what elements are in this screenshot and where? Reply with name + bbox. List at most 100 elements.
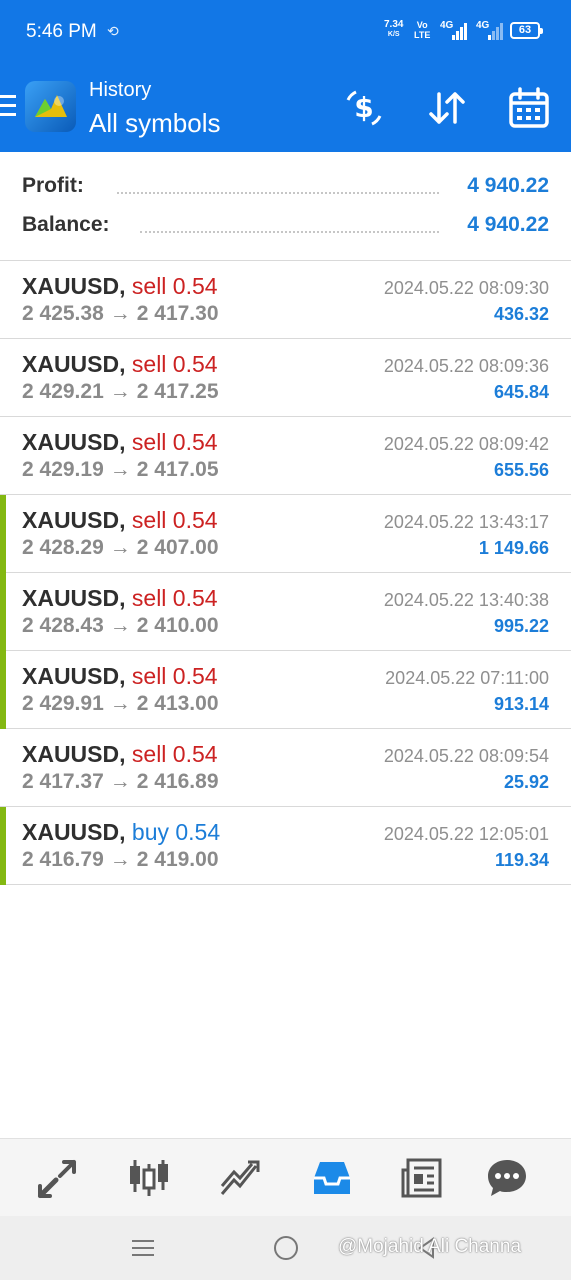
chart-icon[interactable] <box>127 1156 171 1200</box>
menu-icon[interactable] <box>0 95 16 117</box>
deal-type: buy 0.54 <box>131 819 221 845</box>
home-icon[interactable] <box>274 1236 298 1260</box>
deal-row[interactable]: XAUUSD, sell 0.54 2 429.91 → 2 413.00 2024.0… <box>0 651 571 729</box>
deal-prices: 2 429.19 → 2 417.05 <box>22 458 219 482</box>
news-icon[interactable] <box>400 1156 444 1200</box>
deal-prices: 2 428.29 → 2 407.00 <box>22 536 219 560</box>
deal-profit: 25.92 <box>503 772 549 792</box>
open-price: 2 425.38 <box>22 302 104 325</box>
deal-title: XAUUSD, sell 0.54 <box>22 585 218 612</box>
deal-title: XAUUSD, sell 0.54 <box>22 663 218 690</box>
dotted-leader <box>117 190 439 194</box>
account-summary: Profit: 4 940.22 Balance: 4 940.22 <box>0 152 571 261</box>
signal-icon <box>452 22 470 40</box>
deal-time: 2024.05.22 08:09:54 <box>383 746 549 766</box>
recent-apps-icon[interactable] <box>132 1238 154 1258</box>
deal-title: XAUUSD, sell 0.54 <box>22 351 218 378</box>
arrow-icon: → <box>109 692 131 715</box>
deal-title: XAUUSD, sell 0.54 <box>22 273 218 300</box>
quotes-icon[interactable] <box>36 1156 80 1200</box>
deal-type: sell 0.54 <box>131 585 218 611</box>
trade-icon[interactable] <box>218 1156 262 1200</box>
deal-profit: 995.22 <box>493 616 549 636</box>
profit-value: 4 940.22 <box>467 174 549 197</box>
position-marker <box>0 573 6 651</box>
svg-text:$: $ <box>354 91 373 124</box>
arrow-icon: → <box>109 380 131 403</box>
deal-prices: 2 428.43 → 2 410.00 <box>22 614 219 638</box>
balance-row: Balance: 4 940.22 <box>22 213 549 243</box>
deal-profit: 655.56 <box>493 460 549 480</box>
page-subtitle: History <box>89 79 152 101</box>
open-price: 2 417.37 <box>22 770 104 793</box>
position-marker <box>0 807 6 885</box>
profit-row: Profit: 4 940.22 <box>22 174 549 204</box>
deal-row[interactable]: XAUUSD, sell 0.54 2 417.37 → 2 416.89 2024.0… <box>0 729 571 807</box>
deal-title: XAUUSD, buy 0.54 <box>22 819 220 846</box>
deal-profit: 645.84 <box>493 382 549 402</box>
deal-time: 2024.05.22 08:09:30 <box>383 278 549 298</box>
deal-row[interactable]: XAUUSD, sell 0.54 2 428.43 → 2 410.00 2024.0… <box>0 573 571 651</box>
deal-row[interactable]: XAUUSD, sell 0.54 2 425.38 → 2 417.30 2024.0… <box>0 261 571 339</box>
deal-prices: 2 429.21 → 2 417.25 <box>22 380 219 404</box>
deal-profit: 913.14 <box>493 694 549 714</box>
watermark: @Mojahid Ali Channa <box>338 1236 522 1257</box>
page-title[interactable]: All symbols <box>89 108 220 139</box>
battery-indicator: 63 <box>510 22 543 39</box>
deal-symbol: XAUUSD, <box>22 585 126 611</box>
close-price: 2 410.00 <box>136 614 219 637</box>
deal-symbol: XAUUSD, <box>22 507 126 533</box>
deal-time: 2024.05.22 13:40:38 <box>383 590 549 610</box>
open-price: 2 429.19 <box>22 458 104 481</box>
arrow-icon: → <box>109 458 131 481</box>
calendar-icon[interactable] <box>507 86 551 130</box>
messages-icon[interactable] <box>485 1156 529 1200</box>
system-navigation-bar: @Mojahid Ali Channa <box>0 1216 571 1280</box>
open-price: 2 428.43 <box>22 614 104 637</box>
dollar-exchange-icon[interactable]: $ <box>342 86 386 130</box>
position-marker <box>0 495 6 573</box>
deal-title: XAUUSD, sell 0.54 <box>22 741 218 768</box>
position-marker <box>0 651 6 729</box>
arrow-icon: → <box>109 302 131 325</box>
deal-symbol: XAUUSD, <box>22 819 126 845</box>
balance-value: 4 940.22 <box>467 213 549 236</box>
deal-time: 2024.05.22 07:11:00 <box>385 668 549 688</box>
deal-symbol: XAUUSD, <box>22 741 126 767</box>
close-price: 2 417.25 <box>136 380 219 403</box>
deal-row[interactable]: XAUUSD, sell 0.54 2 428.29 → 2 407.00 2024.0… <box>0 495 571 573</box>
profit-label: Profit: <box>22 174 84 197</box>
sync-icon: ⟲ <box>107 23 119 39</box>
open-price: 2 429.21 <box>22 380 104 403</box>
status-time: 5:46 PM <box>26 21 97 42</box>
arrow-icon: → <box>109 536 131 559</box>
volte-indicator: Vo LTE <box>414 20 431 40</box>
deal-type: sell 0.54 <box>131 741 218 767</box>
dotted-leader <box>140 229 439 233</box>
deal-title: XAUUSD, sell 0.54 <box>22 507 218 534</box>
sort-icon[interactable] <box>425 86 469 130</box>
deal-type: sell 0.54 <box>131 351 218 377</box>
app-header: History All symbols $ <box>0 64 571 152</box>
close-price: 2 417.05 <box>136 458 219 481</box>
deal-type: sell 0.54 <box>131 273 218 299</box>
deal-symbol: XAUUSD, <box>22 429 126 455</box>
deal-prices: 2 425.38 → 2 417.30 <box>22 302 219 326</box>
deal-row[interactable]: XAUUSD, sell 0.54 2 429.21 → 2 417.25 2024.0… <box>0 339 571 417</box>
deal-type: sell 0.54 <box>131 507 218 533</box>
deal-row[interactable]: XAUUSD, buy 0.54 2 416.79 → 2 419.00 2024.05… <box>0 807 571 885</box>
bottom-navigation <box>0 1138 571 1217</box>
deal-row[interactable]: XAUUSD, sell 0.54 2 429.19 → 2 417.05 2024.0… <box>0 417 571 495</box>
signal-icon <box>488 22 506 40</box>
deal-profit: 119.34 <box>494 850 549 870</box>
deal-profit: 1 149.66 <box>478 538 549 558</box>
close-price: 2 407.00 <box>136 536 219 559</box>
deal-type: sell 0.54 <box>131 663 218 689</box>
arrow-icon: → <box>109 848 131 871</box>
close-price: 2 413.00 <box>136 692 219 715</box>
close-price: 2 419.00 <box>136 848 219 871</box>
close-price: 2 417.30 <box>136 302 219 325</box>
deal-symbol: XAUUSD, <box>22 351 126 377</box>
history-icon[interactable] <box>310 1156 354 1200</box>
deal-time: 2024.05.22 08:09:36 <box>383 356 549 376</box>
